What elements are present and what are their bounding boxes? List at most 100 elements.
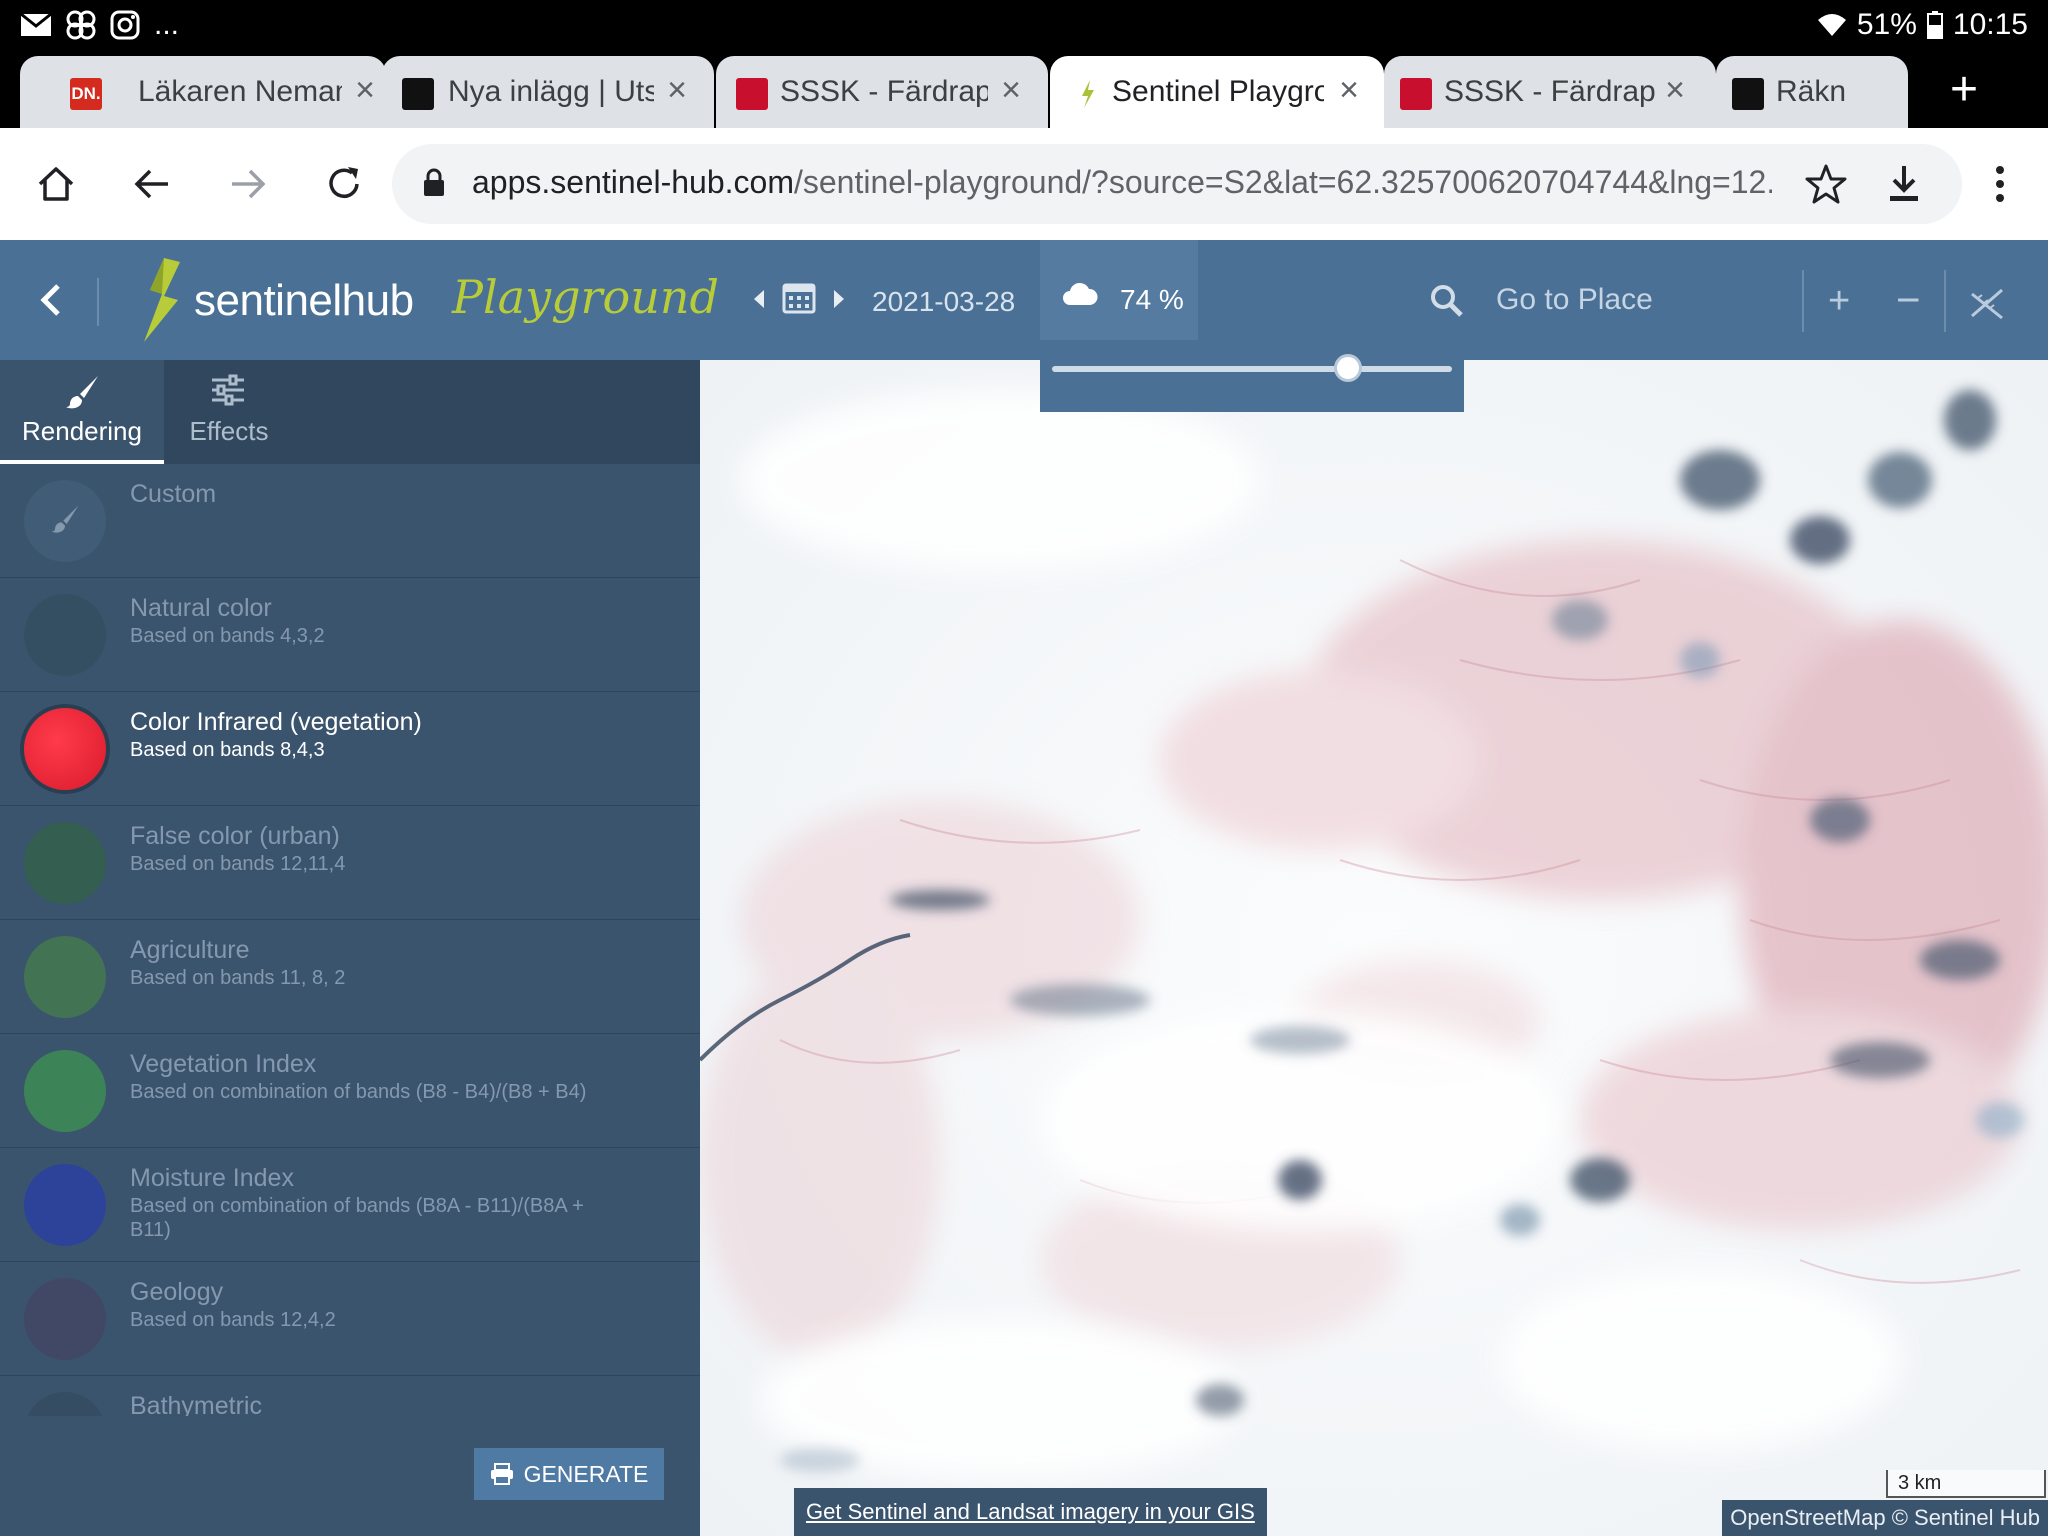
layer-name: Vegetation Index <box>130 1050 317 1078</box>
lock-icon <box>424 168 444 196</box>
wifi-icon <box>1817 14 1846 36</box>
cloud-slider-track[interactable] <box>1052 354 1452 382</box>
zoom-out-button[interactable]: − <box>1896 276 1921 324</box>
gis-imagery-link[interactable]: Get Sentinel and Landsat imagery in your… <box>794 1488 1267 1536</box>
browser-tab[interactable]: Räkn <box>1716 56 1908 128</box>
map-attribution: OpenStreetMap © Sentinel Hub <box>1722 1500 2048 1536</box>
browser-tab-active[interactable]: Sentinel Playgro × <box>1050 56 1384 128</box>
layer-item-moisture-index[interactable]: Moisture Index Based on combination of b… <box>0 1148 700 1262</box>
mail-icon <box>20 12 52 36</box>
app-header: sentinelhub Playground 2021-03-28 74 % +… <box>0 240 2048 360</box>
date-display[interactable]: 2021-03-28 <box>872 286 1015 318</box>
address-bar[interactable]: apps.sentinel-hub.com/sentinel-playgroun… <box>392 144 1962 224</box>
tab-rendering[interactable]: Rendering <box>0 360 164 464</box>
chevron-left-icon[interactable] <box>36 280 66 320</box>
caret-left-icon[interactable] <box>752 288 766 310</box>
layer-name: Color Infrared (vegetation) <box>130 708 422 736</box>
search-icon <box>1431 285 1463 317</box>
battery-percent: 51% <box>1856 8 1917 41</box>
layer-description: Based on combination of bands (B8A - B11… <box>130 1195 584 1241</box>
layer-name: Custom <box>130 480 217 508</box>
arrow-left-icon <box>134 169 168 199</box>
url-host: apps.sentinel-hub.com <box>472 164 794 200</box>
layer-list: Custom Natural color Based on bands 4,3,… <box>0 464 700 1416</box>
browser-toolbar: apps.sentinel-hub.com/sentinel-playgroun… <box>0 128 2048 240</box>
map-view[interactable]: Get Sentinel and Landsat imagery in your… <box>700 360 2048 1536</box>
layer-thumbnail <box>24 594 106 676</box>
reload-button[interactable] <box>316 156 372 212</box>
cloud-slider-thumb[interactable] <box>1334 354 1362 382</box>
sidebar-tabs: Rendering Effects <box>0 360 700 464</box>
generate-button[interactable]: GENERATE <box>474 1448 664 1500</box>
close-icon[interactable]: × <box>1332 72 1366 108</box>
layer-item-bathymetric[interactable]: Bathymetric <box>0 1376 700 1416</box>
caret-right-icon[interactable] <box>832 288 846 310</box>
home-button[interactable] <box>28 156 84 212</box>
status-bar: ... 51% 10:15 <box>0 0 2048 52</box>
sidebar: Rendering Effects Custom Natural color B… <box>0 360 700 1536</box>
logo-text: sentinelhub <box>194 276 414 325</box>
generate-label: GENERATE <box>523 1460 649 1487</box>
tab-title: SSSK - Färdrapp <box>780 75 988 108</box>
tab-label: Rendering <box>22 416 142 446</box>
map-scale-bar: 3 km <box>1886 1470 2046 1498</box>
layer-thumbnail <box>24 822 106 904</box>
calendar-icon[interactable] <box>782 280 816 314</box>
close-icon[interactable]: × <box>348 72 382 108</box>
browser-tab[interactable]: DN. Läkaren Nemam × <box>20 56 386 128</box>
close-icon[interactable]: × <box>994 72 1028 108</box>
layer-item-false-color-urban[interactable]: False color (urban) Based on bands 12,11… <box>0 806 700 920</box>
download-icon[interactable] <box>1882 162 1926 206</box>
header-divider <box>97 278 99 326</box>
zoom-in-button[interactable]: + <box>1828 280 1850 323</box>
layer-item-agriculture[interactable]: Agriculture Based on bands 11, 8, 2 <box>0 920 700 1034</box>
layer-description: Based on bands 11, 8, 2 <box>130 967 346 989</box>
tab-effects[interactable]: Effects <box>164 360 294 464</box>
cloud-coverage-slider-panel <box>1040 340 1464 412</box>
sssk-flag-icon <box>1400 78 1432 110</box>
layer-name: Moisture Index <box>130 1164 294 1192</box>
browser-tab[interactable]: Nya inlägg | Utsi × <box>382 56 714 128</box>
tab-title: Läkaren Nemam <box>138 75 342 108</box>
layer-item-natural-color[interactable]: Natural color Based on bands 4,3,2 <box>0 578 700 692</box>
layer-description: Based on bands 12,4,2 <box>130 1309 336 1331</box>
tab-title: Nya inlägg | Utsi <box>448 75 654 108</box>
close-icon[interactable]: × <box>660 72 694 108</box>
layer-description: Based on bands 4,3,2 <box>130 625 325 647</box>
forward-button[interactable] <box>220 156 276 212</box>
cloud-icon <box>1063 282 1098 305</box>
tab-title: SSSK - Färdrapp <box>1444 75 1656 108</box>
search-place-input[interactable] <box>1496 276 1776 324</box>
menu-button[interactable] <box>1972 156 2028 212</box>
header-divider <box>1944 270 1946 332</box>
layer-item-geology[interactable]: Geology Based on bands 12,4,2 <box>0 1262 700 1376</box>
measure-ruler-icon[interactable] <box>1968 286 2008 322</box>
sentinelhub-logo-icon <box>144 258 180 342</box>
layer-description: Based on combination of bands (B8 - B4)/… <box>130 1081 587 1103</box>
printer-icon <box>490 1463 513 1485</box>
paintbrush-icon <box>51 505 79 533</box>
kebab-menu-icon <box>1996 166 2004 202</box>
layer-item-color-infrared[interactable]: Color Infrared (vegetation) Based on ban… <box>0 692 700 806</box>
paintbrush-icon <box>66 376 98 409</box>
dn-favicon-icon: DN. <box>70 78 102 110</box>
battery-icon <box>1926 11 1943 39</box>
layer-item-custom[interactable]: Custom <box>0 464 700 578</box>
layer-item-vegetation-index[interactable]: Vegetation Index Based on combination of… <box>0 1034 700 1148</box>
tab-title: Sentinel Playgro <box>1112 75 1324 108</box>
pinwheel-icon <box>66 10 96 40</box>
browser-tab[interactable]: SSSK - Färdrapp × <box>1384 56 1716 128</box>
back-button[interactable] <box>124 156 180 212</box>
browser-tab[interactable]: SSSK - Färdrapp × <box>716 56 1048 128</box>
layer-description: Based on bands 12,11,4 <box>130 853 346 875</box>
status-more: ... <box>154 8 180 41</box>
star-icon[interactable] <box>1804 162 1848 206</box>
new-tab-button[interactable]: + <box>1944 66 1984 114</box>
tab-title: Räkn <box>1776 75 1847 108</box>
cloud-coverage-button[interactable]: 74 % <box>1040 240 1198 340</box>
tab-label: Effects <box>189 416 269 446</box>
layer-name: Geology <box>130 1278 224 1306</box>
browser-tab-strip: DN. Läkaren Nemam × Nya inlägg | Utsi × … <box>0 52 2048 128</box>
layer-name: Bathymetric <box>130 1392 262 1416</box>
close-icon[interactable]: × <box>1658 72 1692 108</box>
